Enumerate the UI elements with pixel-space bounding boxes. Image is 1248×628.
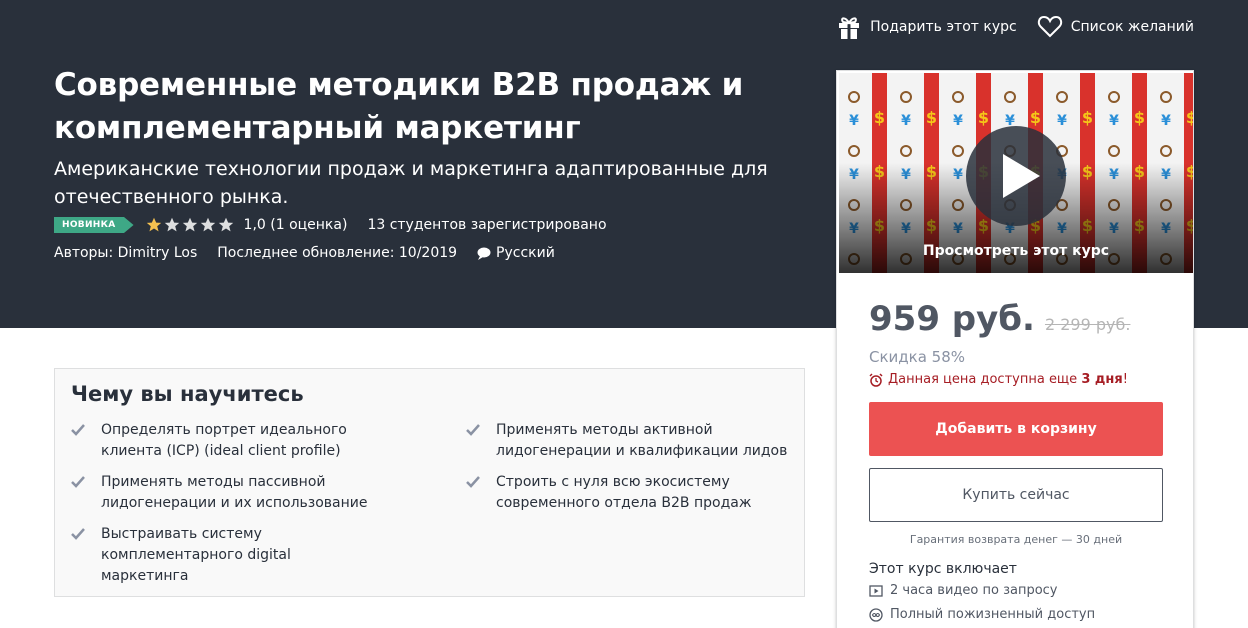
learn-item-text: Выстраивать систему комплементарного dig… bbox=[101, 526, 291, 584]
add-to-cart-button[interactable]: Добавить в корзину bbox=[869, 402, 1163, 456]
check-icon bbox=[71, 424, 85, 436]
check-icon bbox=[71, 476, 85, 488]
what-you-will-learn: Чему вы научитесь Определять портрет иде… bbox=[54, 368, 805, 597]
deadline-days: 3 дня bbox=[1081, 372, 1123, 387]
star-icon bbox=[200, 217, 215, 232]
check-icon bbox=[466, 424, 480, 436]
star-icon bbox=[182, 217, 197, 232]
course-preview-video[interactable]: $ ¥ Просмотреть этот курс bbox=[839, 73, 1193, 273]
learn-title: Чему вы научитесь bbox=[71, 382, 304, 406]
heart-icon bbox=[1037, 15, 1062, 38]
star-icon bbox=[218, 217, 233, 232]
new-badge: НОВИНКА bbox=[54, 217, 134, 233]
course-subtitle: Американские технологии продаж и маркети… bbox=[54, 158, 768, 208]
learn-item-text: Применять методы пассивной лидогенерации… bbox=[101, 474, 368, 511]
course-title: Современные методики B2B продаж и компле… bbox=[54, 67, 744, 146]
gift-icon bbox=[839, 17, 860, 39]
buy-now-button[interactable]: Купить сейчас bbox=[869, 468, 1163, 522]
discount-percent: Скидка 58% bbox=[869, 348, 966, 366]
learn-item: Выстраивать систему комплементарного dig… bbox=[71, 524, 381, 587]
gift-course-label: Подарить этот курс bbox=[870, 19, 1017, 35]
learn-item: Строить с нуля всю экосистему современно… bbox=[466, 472, 796, 514]
alarm-clock-icon bbox=[869, 372, 883, 387]
learn-item: Определять портрет идеального клиента (I… bbox=[71, 420, 381, 462]
deadline-suffix: ! bbox=[1122, 372, 1128, 387]
learn-item: Применять методы пассивной лидогенерации… bbox=[71, 472, 381, 514]
course-meta-rating: НОВИНКА 1,0 (1 оценка) 13 студентов заре… bbox=[54, 215, 607, 235]
top-actions: Подарить этот курс Список желаний bbox=[836, 14, 1194, 40]
learn-item-text: Строить с нуля всю экосистему современно… bbox=[496, 474, 752, 511]
play-icon bbox=[1003, 154, 1040, 198]
include-item-lifetime: Полный пожизненный доступ bbox=[869, 607, 1095, 622]
language: Русский bbox=[477, 245, 555, 261]
speech-bubble-icon bbox=[477, 247, 491, 260]
star-icon bbox=[164, 217, 179, 232]
course-meta-info: Авторы: Dimitry Los Последнее обновление… bbox=[54, 243, 575, 263]
last-updated: Последнее обновление: 10/2019 bbox=[217, 245, 458, 261]
video-icon bbox=[869, 584, 883, 597]
learn-item: Применять методы активной лидогенерации … bbox=[466, 420, 796, 462]
include-item-label: 2 часа видео по запросу bbox=[890, 583, 1058, 598]
money-back-guarantee: Гарантия возврата денег — 30 дней bbox=[909, 533, 1123, 546]
play-button[interactable] bbox=[966, 126, 1066, 226]
include-item-label: Полный пожизненный доступ bbox=[890, 607, 1096, 622]
gift-course-button[interactable]: Подарить этот курс bbox=[836, 14, 1017, 40]
star-icon bbox=[146, 217, 161, 232]
include-item-video: 2 часа видео по запросу bbox=[869, 583, 1058, 598]
authors[interactable]: Авторы: Dimitry Los bbox=[54, 245, 197, 261]
learn-item-text: Определять портрет идеального клиента (I… bbox=[101, 422, 347, 459]
deadline-prefix: Данная цена доступна еще bbox=[888, 372, 1082, 387]
original-price: 2 299 руб. bbox=[1044, 315, 1131, 334]
learn-item-text: Применять методы активной лидогенерации … bbox=[496, 422, 788, 459]
wishlist-button[interactable]: Список желаний bbox=[1037, 14, 1194, 40]
preview-label: Просмотреть этот курс bbox=[922, 243, 1110, 259]
purchase-sidebar: $ ¥ Просмотреть этот курс 959 руб. 2 299… bbox=[836, 70, 1194, 628]
includes-title: Этот курс включает bbox=[869, 561, 1017, 577]
deadline-text: Данная цена доступна еще 3 дня! bbox=[888, 372, 1128, 387]
rating-text[interactable]: 1,0 (1 оценка) bbox=[244, 217, 348, 233]
rating-stars bbox=[146, 217, 234, 233]
price-row: 959 руб. 2 299 руб. bbox=[869, 299, 1130, 339]
language-label: Русский bbox=[496, 245, 555, 261]
check-icon bbox=[466, 476, 480, 488]
students-count: 13 студентов зарегистрировано bbox=[367, 217, 607, 233]
wishlist-label: Список желаний bbox=[1070, 19, 1194, 35]
price-deadline: Данная цена доступна еще 3 дня! bbox=[869, 372, 1128, 387]
current-price: 959 руб. bbox=[869, 299, 1035, 339]
infinity-icon bbox=[869, 607, 883, 622]
check-icon bbox=[71, 528, 85, 540]
